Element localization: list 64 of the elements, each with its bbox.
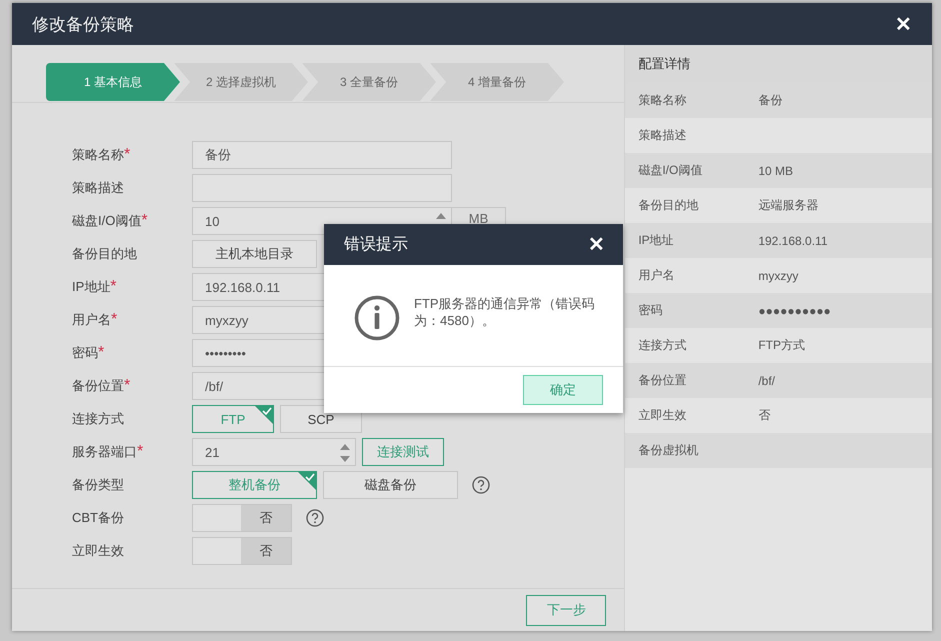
detail-value: ●●●●●●●●●● xyxy=(758,304,831,318)
detail-label: 策略名称 xyxy=(638,92,688,109)
wizard-step[interactable]: 4 增量备份 xyxy=(430,63,564,101)
detail-value: 备份 xyxy=(758,92,782,109)
detail-label: 磁盘I/O阈值 xyxy=(638,162,704,179)
detail-label: 连接方式 xyxy=(638,337,688,354)
option-button[interactable]: 主机本地目录 xyxy=(192,240,317,268)
detail-value: 否 xyxy=(758,407,770,424)
detail-value: FTP方式 xyxy=(758,337,805,354)
text-field[interactable] xyxy=(192,174,452,202)
help-icon[interactable] xyxy=(306,509,324,527)
field-label: 连接方式 xyxy=(72,410,124,428)
field-label: 备份目的地 xyxy=(72,245,137,263)
field-label: 立即生效 xyxy=(72,542,124,560)
wizard-step[interactable]: 2 选择虚拟机 xyxy=(174,63,308,101)
required-mark: * xyxy=(141,212,148,230)
detail-label: 密码 xyxy=(638,302,664,319)
close-button[interactable]: ✕ xyxy=(891,12,916,36)
detail-value: 10 MB xyxy=(758,164,794,178)
dialog-title: 错误提示 xyxy=(344,235,408,255)
text-field[interactable]: 备份 xyxy=(192,141,452,169)
detail-label: 用户名 xyxy=(638,267,676,284)
detail-value: 192.168.0.11 xyxy=(758,234,828,248)
required-mark: * xyxy=(124,377,130,395)
spinner-icon[interactable] xyxy=(339,442,351,464)
check-icon xyxy=(298,472,316,490)
ok-button[interactable]: 确定 xyxy=(523,375,603,405)
option-button[interactable]: 磁盘备份 xyxy=(323,471,458,499)
detail-label: 备份虚拟机 xyxy=(638,442,700,459)
spinner-up-icon[interactable] xyxy=(435,211,447,221)
panel-title: 配置详情 xyxy=(625,45,932,83)
field-label: CBT备份 xyxy=(72,509,124,527)
required-mark: * xyxy=(110,278,117,296)
check-icon xyxy=(255,406,273,424)
wizard-step[interactable]: 1 基本信息 xyxy=(46,63,180,101)
detail-label: 备份目的地 xyxy=(638,197,700,214)
required-mark: * xyxy=(137,443,144,461)
help-icon[interactable] xyxy=(472,476,490,494)
field-label: 策略名称 xyxy=(72,146,124,164)
toggle-switch[interactable]: 否 xyxy=(192,504,292,532)
close-button[interactable]: ✕ xyxy=(584,232,609,257)
detail-label: 立即生效 xyxy=(638,407,688,424)
field-label: 磁盘I/O阈值 xyxy=(72,212,142,230)
required-mark: * xyxy=(124,146,130,164)
field-label: 备份位置 xyxy=(72,377,124,395)
port-field[interactable]: 21 xyxy=(192,438,356,466)
toggle-switch[interactable]: 否 xyxy=(192,537,292,565)
detail-value: 远端服务器 xyxy=(758,197,818,214)
detail-label: IP地址 xyxy=(638,232,675,249)
field-label: 备份类型 xyxy=(72,476,124,494)
detail-value: myxzyy xyxy=(758,268,798,282)
detail-label: 策略描述 xyxy=(638,127,688,144)
detail-label: 备份位置 xyxy=(638,372,688,389)
field-label: 用户名 xyxy=(72,311,111,329)
info-icon xyxy=(354,295,400,341)
required-mark: * xyxy=(111,311,118,329)
field-label: IP地址 xyxy=(72,278,110,296)
detail-value: /bf/ xyxy=(758,374,776,388)
required-mark: * xyxy=(98,344,104,362)
field-label: 密码 xyxy=(72,344,98,362)
field-label: 策略描述 xyxy=(72,179,124,197)
field-label: 服务器端口 xyxy=(72,443,137,461)
wizard-step[interactable]: 3 全量备份 xyxy=(302,63,436,101)
window-title: 修改备份策略 xyxy=(32,14,134,36)
